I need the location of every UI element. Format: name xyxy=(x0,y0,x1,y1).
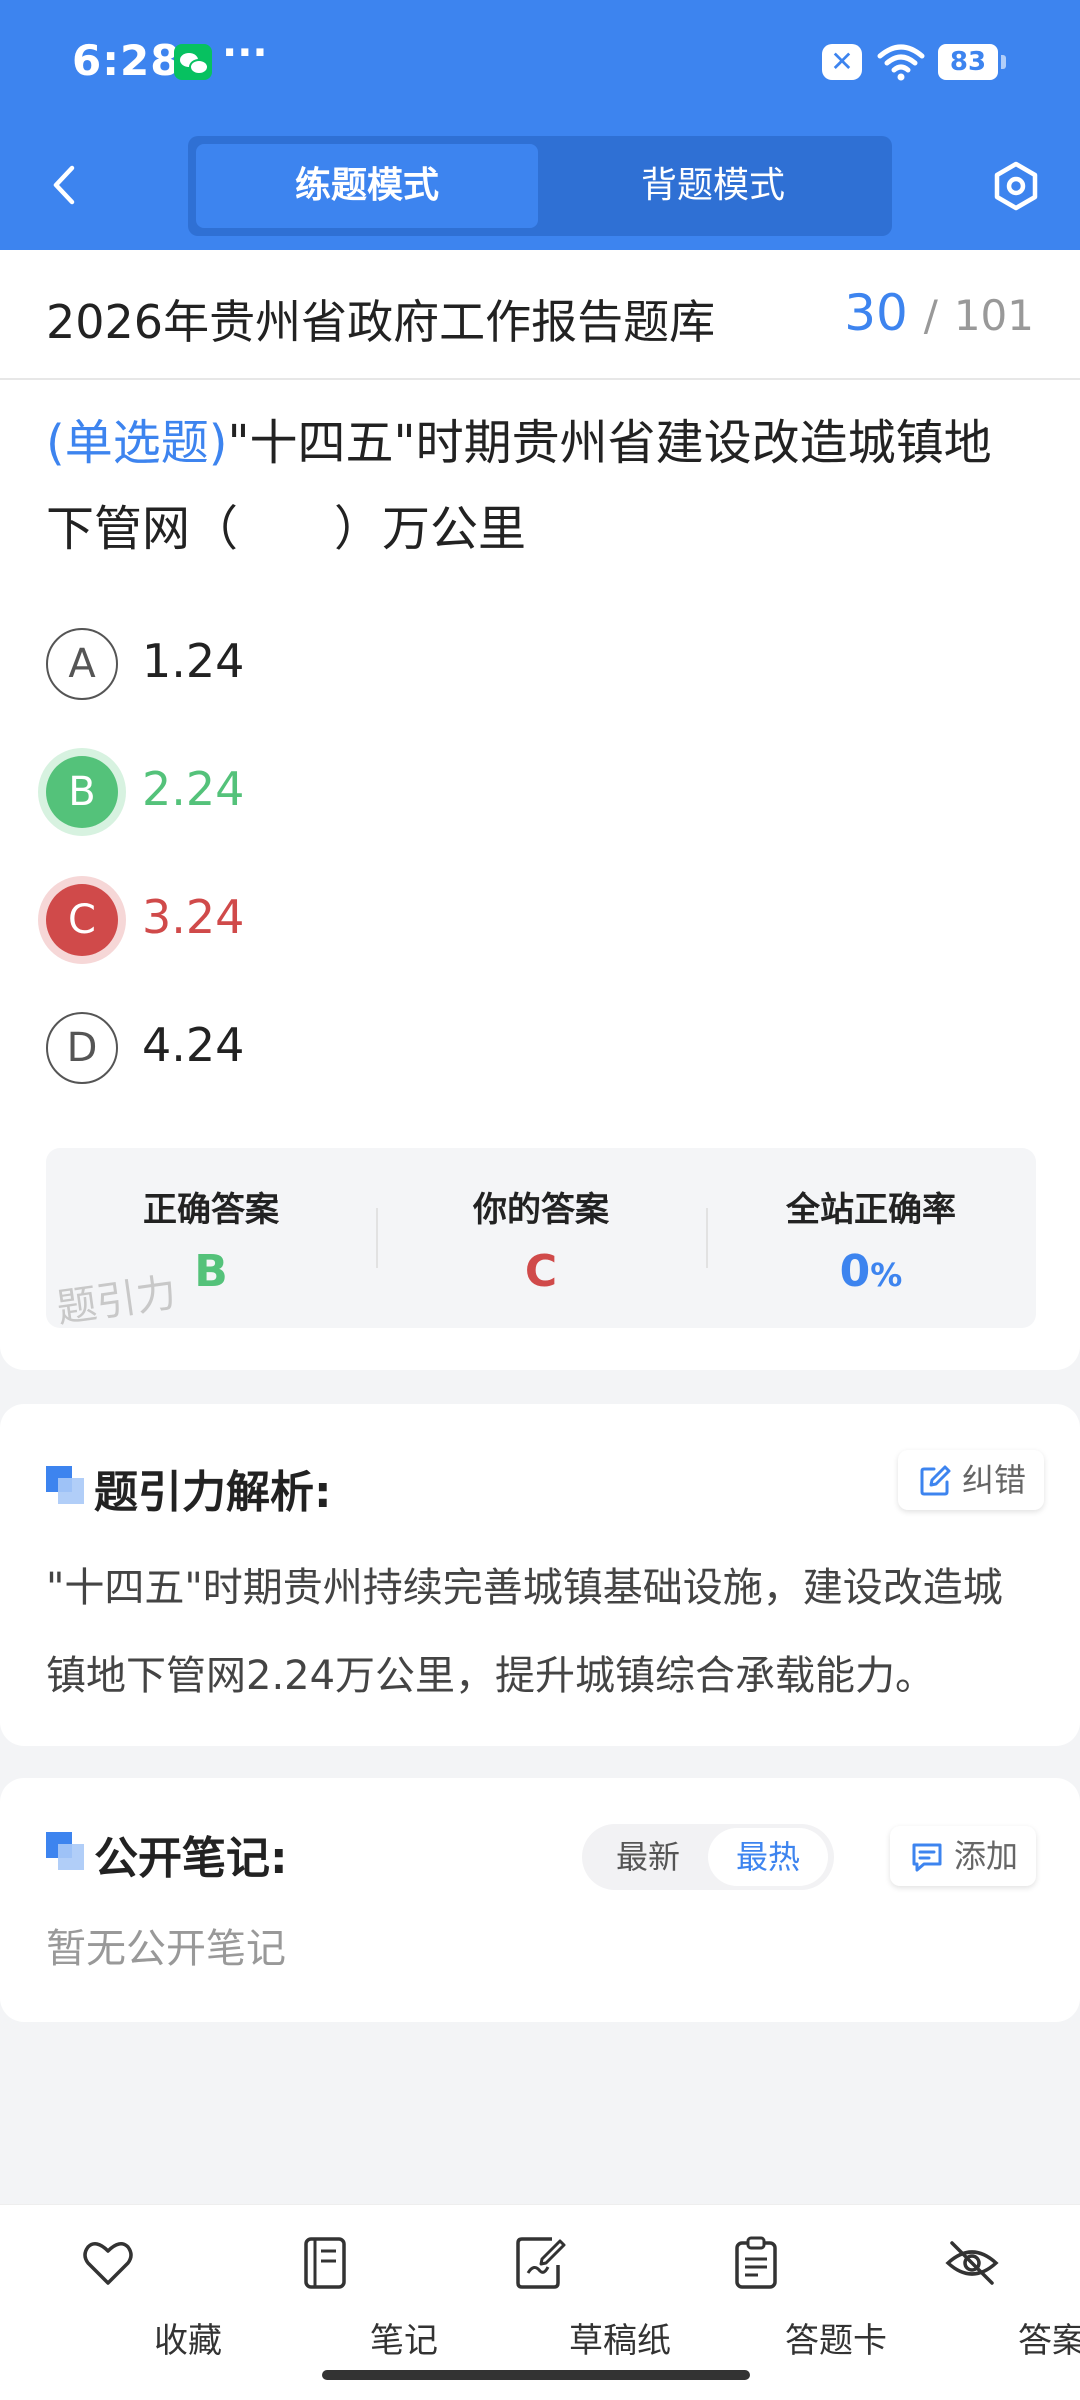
question-card: 2026年贵州省政府工作报告题库 30 / 101 (单选题)"十四五"时期贵州… xyxy=(0,250,1080,1370)
notebook-icon xyxy=(304,2237,346,2289)
notification-off-icon: ✕ xyxy=(822,44,862,80)
site-accuracy-value: 0% xyxy=(706,1246,1036,1297)
analysis-title: 题引力解析: xyxy=(94,1467,332,1518)
report-error-button[interactable]: 纠错 xyxy=(898,1450,1045,1510)
answer-sheet-icon xyxy=(735,2236,777,2289)
option-letter: C xyxy=(46,884,118,956)
your-answer-label: 你的答案 xyxy=(473,1190,609,1230)
home-indicator[interactable] xyxy=(322,2370,750,2380)
sort-hottest[interactable]: 最热 xyxy=(708,1828,828,1886)
your-answer-col: 你的答案 C xyxy=(376,1148,706,1328)
top-header: 6:28 ··· ✕ 83 练题模式 背题模式 xyxy=(0,0,1080,250)
add-note-button[interactable]: 添加 xyxy=(890,1826,1037,1886)
mode-switch: 练题模式 背题模式 xyxy=(188,136,892,236)
option-value: 4.24 xyxy=(142,1018,245,1072)
option-c[interactable]: C 3.24 xyxy=(46,880,946,960)
comment-icon xyxy=(912,1843,942,1872)
sort-newest[interactable]: 最新 xyxy=(588,1828,708,1886)
option-letter: A xyxy=(46,628,118,700)
tab-favorite[interactable]: 收藏 xyxy=(28,2229,222,2369)
option-letter: D xyxy=(46,1012,118,1084)
draft-icon xyxy=(516,2237,566,2289)
question-text: (单选题)"十四五"时期贵州省建设改造城镇地下管网（ ）万公里 xyxy=(46,400,1036,572)
section-squares-icon xyxy=(46,1466,86,1506)
no-notes-message: 暂无公开笔记 xyxy=(46,1926,286,1972)
status-bar: 6:28 ··· ✕ 83 xyxy=(0,0,1080,120)
report-error-label: 纠错 xyxy=(962,1461,1027,1499)
site-accuracy-label: 全站正确率 xyxy=(786,1190,956,1230)
your-answer-value: C xyxy=(524,1246,558,1297)
status-time: 6:28 xyxy=(72,36,181,85)
question-bank-title: 2026年贵州省政府工作报告题库 xyxy=(46,295,716,349)
accuracy-number: 0 xyxy=(839,1246,871,1297)
add-note-label: 添加 xyxy=(954,1837,1019,1875)
option-value: 2.24 xyxy=(142,762,245,816)
section-squares-icon xyxy=(46,1832,86,1872)
battery-indicator: 83 xyxy=(938,44,1006,80)
current-question-number: 30 xyxy=(844,284,908,342)
tab-show-answer[interactable]: 答案 xyxy=(892,2229,1080,2369)
option-value: 1.24 xyxy=(142,634,245,688)
tab-notes[interactable]: 笔记 xyxy=(244,2229,438,2369)
wifi-icon xyxy=(877,44,925,81)
tab-draft-paper[interactable]: 草稿纸 xyxy=(460,2229,671,2369)
public-notes-card: 公开笔记: 最新 最热 添加 暂无公开笔记 xyxy=(0,1778,1080,2022)
option-value: 3.24 xyxy=(142,890,245,944)
heart-icon xyxy=(83,2242,133,2285)
site-accuracy-col: 全站正确率 0% xyxy=(706,1148,1036,1328)
option-a[interactable]: A 1.24 xyxy=(46,624,946,704)
question-type-label: (单选题) xyxy=(46,415,228,471)
edit-icon xyxy=(920,1465,951,1496)
progress-separator: / xyxy=(923,291,938,340)
answer-result-panel: 正确答案 B 你的答案 C 全站正确率 0% 题引力 xyxy=(46,1148,1036,1332)
tab-answer-sheet[interactable]: 答题卡 xyxy=(676,2229,887,2369)
eye-off-icon xyxy=(945,2241,999,2285)
settings-gear-icon[interactable] xyxy=(990,160,1042,212)
tab-practice-mode[interactable]: 练题模式 xyxy=(196,144,538,228)
tab-label: 答案 xyxy=(1018,2321,1080,2361)
analysis-text: "十四五"时期贵州持续完善城镇基础设施，建设改造城镇地下管网2.24万公里，提升… xyxy=(46,1565,1003,1699)
option-d[interactable]: D 4.24 xyxy=(46,1008,946,1088)
bank-title-row: 2026年贵州省政府工作报告题库 30 / 101 xyxy=(0,250,1080,380)
question-progress[interactable]: 30 / 101 xyxy=(844,284,1034,342)
accuracy-unit: % xyxy=(870,1256,903,1294)
total-question-count: 101 xyxy=(953,291,1034,340)
option-letter: B xyxy=(46,756,118,828)
more-notifications-icon: ··· xyxy=(222,30,268,76)
analysis-card: 题引力解析: 纠错 "十四五"时期贵州持续完善城镇基础设施，建设改造城镇地下管网… xyxy=(0,1404,1080,1746)
correct-answer-label: 正确答案 xyxy=(143,1190,279,1230)
option-b[interactable]: B 2.24 xyxy=(46,752,946,832)
wechat-icon xyxy=(174,44,212,80)
back-arrow-icon[interactable] xyxy=(40,160,90,210)
notes-sort-toggle: 最新 最热 xyxy=(582,1824,834,1890)
tab-memorize-mode[interactable]: 背题模式 xyxy=(542,144,884,228)
notes-title: 公开笔记: xyxy=(94,1833,288,1884)
